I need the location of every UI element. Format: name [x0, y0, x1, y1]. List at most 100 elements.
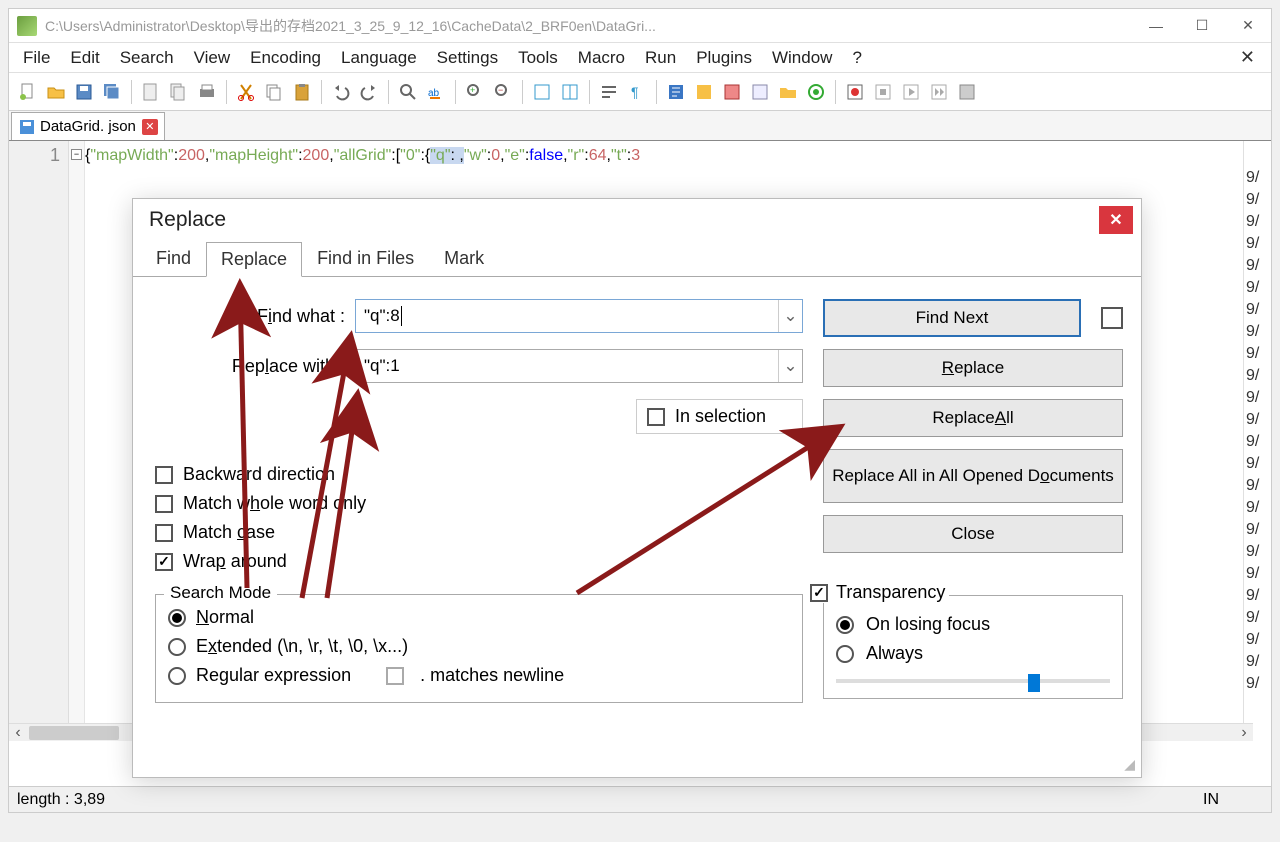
dialog-close-button[interactable]: ✕	[1099, 206, 1133, 234]
wrap-around-label: Wrap around	[183, 551, 287, 572]
indent-guide-icon[interactable]	[663, 79, 689, 105]
find-next-button[interactable]: Find Next	[823, 299, 1081, 337]
folder-icon[interactable]	[775, 79, 801, 105]
find-next-extra-checkbox[interactable]	[1101, 307, 1123, 329]
menu-file[interactable]: File	[13, 44, 60, 72]
playback-multi-icon[interactable]	[926, 79, 952, 105]
whole-word-label: Match whole word only	[183, 493, 366, 514]
maximize-button[interactable]: ☐	[1179, 11, 1225, 41]
scroll-thumb[interactable]	[29, 726, 119, 740]
menu-help[interactable]: ?	[842, 44, 871, 72]
menu-edit[interactable]: Edit	[60, 44, 109, 72]
code-text[interactable]: {"mapWidth":200,"mapHeight":200,"allGrid…	[85, 147, 1271, 165]
match-case-checkbox[interactable]	[155, 524, 173, 542]
menu-language[interactable]: Language	[331, 44, 427, 72]
replace-all-docs-button[interactable]: Replace All in All Opened Documents	[823, 449, 1123, 503]
file-tab-active[interactable]: DataGrid. json ✕	[11, 112, 165, 140]
close-button[interactable]: Close	[823, 515, 1123, 553]
replace-dialog: Replace ✕ Find Replace Find in Files Mar…	[132, 198, 1142, 778]
scroll-right-icon[interactable]: ›	[1235, 724, 1253, 742]
find-what-label: Find what :	[155, 306, 355, 327]
radio-normal[interactable]	[168, 609, 186, 627]
close-all-icon[interactable]	[166, 79, 192, 105]
radio-extended[interactable]	[168, 638, 186, 656]
replace-with-input[interactable]: "q":1 ⌄	[355, 349, 803, 383]
menu-view[interactable]: View	[184, 44, 241, 72]
close-file-icon[interactable]	[138, 79, 164, 105]
copy-icon[interactable]	[261, 79, 287, 105]
redo-icon[interactable]	[356, 79, 382, 105]
menu-plugins[interactable]: Plugins	[686, 44, 762, 72]
radio-regex[interactable]	[168, 667, 186, 685]
save-icon[interactable]	[71, 79, 97, 105]
menu-run[interactable]: Run	[635, 44, 686, 72]
monitor-icon[interactable]	[803, 79, 829, 105]
tab-find[interactable]: Find	[141, 241, 206, 276]
resize-grip-icon[interactable]: ◢	[1124, 756, 1135, 773]
search-mode-group: Search Mode Normal Extended (\n, \r, \t,…	[155, 594, 803, 703]
menu-search[interactable]: Search	[110, 44, 184, 72]
save-macro-icon[interactable]	[954, 79, 980, 105]
radio-always[interactable]	[836, 645, 854, 663]
menu-macro[interactable]: Macro	[568, 44, 635, 72]
wrap-around-checkbox[interactable]	[155, 553, 173, 571]
doc-map-icon[interactable]	[719, 79, 745, 105]
stop-macro-icon[interactable]	[870, 79, 896, 105]
replace-button[interactable]: Replace	[823, 349, 1123, 387]
radio-on-losing-focus[interactable]	[836, 616, 854, 634]
right-margin-column: 9/9/9/9/9/9/9/9/9/9/9/9/9/9/9/9/9/9/9/9/…	[1243, 141, 1271, 741]
menu-settings[interactable]: Settings	[427, 44, 508, 72]
wordwrap-icon[interactable]	[596, 79, 622, 105]
match-case-label: Match case	[183, 522, 275, 543]
replace-dropdown-icon[interactable]: ⌄	[778, 350, 802, 382]
whole-word-checkbox[interactable]	[155, 495, 173, 513]
replace-with-label: Replace with :	[155, 356, 355, 377]
new-file-icon[interactable]	[15, 79, 41, 105]
menu-tools[interactable]: Tools	[508, 44, 568, 72]
toolbar: ab + − ¶	[9, 73, 1271, 111]
tab-find-in-files[interactable]: Find in Files	[302, 241, 429, 276]
transparency-group: Transparency On losing focus Always	[823, 595, 1123, 699]
transparency-slider[interactable]	[836, 672, 1110, 690]
zoom-in-icon[interactable]: +	[462, 79, 488, 105]
tab-mark[interactable]: Mark	[429, 241, 499, 276]
file-tab-close-icon[interactable]: ✕	[142, 119, 158, 135]
app-icon	[17, 16, 37, 36]
in-selection-checkbox[interactable]	[647, 408, 665, 426]
replace-icon[interactable]: ab	[423, 79, 449, 105]
func-list-icon[interactable]	[747, 79, 773, 105]
scroll-left-icon[interactable]: ‹	[9, 724, 27, 742]
show-symbol-icon[interactable]: ¶	[624, 79, 650, 105]
paste-icon[interactable]	[289, 79, 315, 105]
titlebar: C:\Users\Administrator\Desktop\导出的存档2021…	[9, 9, 1271, 43]
minimize-button[interactable]: —	[1133, 11, 1179, 41]
find-icon[interactable]	[395, 79, 421, 105]
transparency-checkbox[interactable]	[810, 584, 828, 602]
print-icon[interactable]	[194, 79, 220, 105]
record-macro-icon[interactable]	[842, 79, 868, 105]
replace-all-button[interactable]: Replace All	[823, 399, 1123, 437]
undo-icon[interactable]	[328, 79, 354, 105]
find-dropdown-icon[interactable]: ⌄	[778, 300, 802, 332]
menu-window[interactable]: Window	[762, 44, 842, 72]
backward-checkbox[interactable]	[155, 466, 173, 484]
line-number: 1	[9, 145, 60, 166]
menu-encoding[interactable]: Encoding	[240, 44, 331, 72]
dialog-title: Replace	[149, 208, 226, 232]
secondary-close-icon[interactable]: ✕	[1228, 47, 1267, 68]
cut-icon[interactable]	[233, 79, 259, 105]
save-all-icon[interactable]	[99, 79, 125, 105]
user-lang-icon[interactable]	[691, 79, 717, 105]
find-what-input[interactable]: "q":8 ⌄	[355, 299, 803, 333]
fold-toggle-icon[interactable]: −	[71, 149, 82, 160]
sync-v-icon[interactable]	[529, 79, 555, 105]
zoom-out-icon[interactable]: −	[490, 79, 516, 105]
file-tabs: DataGrid. json ✕	[9, 111, 1271, 141]
open-file-icon[interactable]	[43, 79, 69, 105]
tab-replace[interactable]: Replace	[206, 242, 302, 277]
dialog-titlebar[interactable]: Replace ✕	[133, 199, 1141, 241]
play-macro-icon[interactable]	[898, 79, 924, 105]
window-close-button[interactable]: ✕	[1225, 11, 1271, 41]
sync-h-icon[interactable]	[557, 79, 583, 105]
matches-newline-checkbox[interactable]	[386, 667, 404, 685]
